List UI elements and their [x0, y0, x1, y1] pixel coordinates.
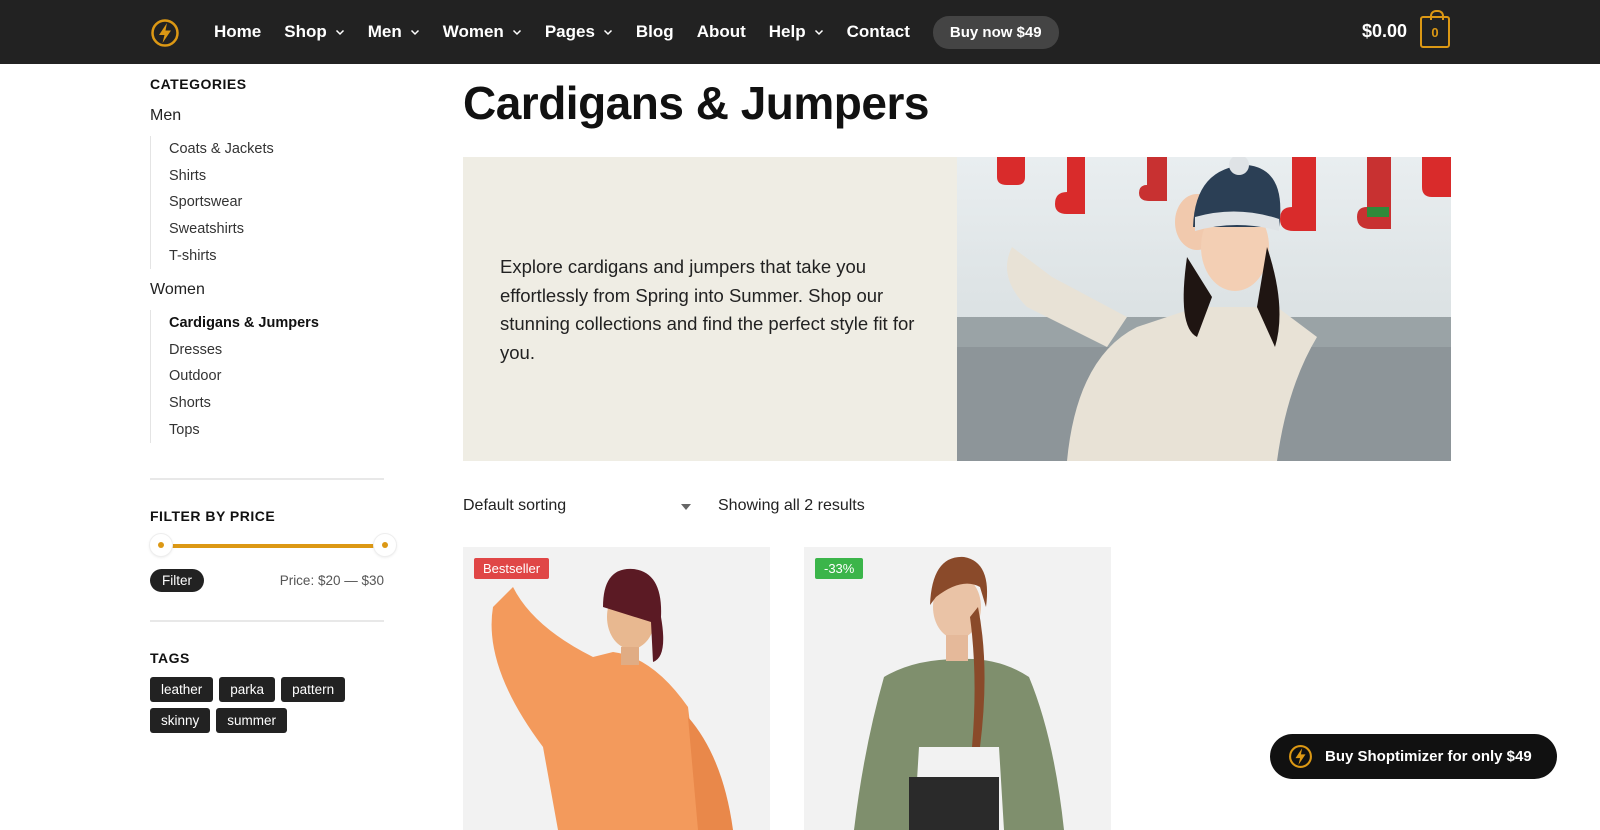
sidebar-item-dresses[interactable]: Dresses — [169, 337, 319, 364]
tag-parka[interactable]: parka — [219, 677, 276, 702]
hero-woman-photo — [957, 157, 1451, 461]
category-description: Explore cardigans and jumpers that take … — [500, 256, 915, 363]
filter-button[interactable]: Filter — [150, 569, 204, 592]
sidebar-item-sportswear[interactable]: Sportswear — [169, 189, 274, 216]
nav-label: Shop — [284, 22, 327, 41]
tag-leather[interactable]: leather — [150, 677, 214, 702]
nav-help[interactable]: Help — [769, 22, 824, 42]
filter-title: FILTER BY PRICE — [150, 508, 276, 524]
sorting-value: Default sorting — [463, 497, 567, 514]
lightning-icon — [1289, 745, 1312, 768]
men-subcategories: Coats & Jackets Shirts Sportswear Sweatshir… — [150, 136, 274, 270]
cart-count: 0 — [1431, 25, 1439, 40]
green-sweater-photo — [804, 547, 1111, 830]
chevron-down-icon — [335, 29, 344, 36]
sidebar-item-shorts[interactable]: Shorts — [169, 390, 319, 417]
nav-pages[interactable]: Pages — [545, 22, 613, 42]
category-women[interactable]: Women — [150, 281, 205, 299]
chevron-down-icon — [681, 504, 691, 510]
cart-total[interactable]: $0.00 — [1362, 21, 1407, 42]
product-card[interactable]: -33% — [804, 547, 1111, 830]
chevron-down-icon — [603, 29, 612, 36]
nav-men[interactable]: Men — [368, 22, 420, 42]
buy-shoptimizer-label: Buy Shoptimizer for only $49 — [1325, 748, 1532, 765]
lightning-logo-icon[interactable] — [150, 18, 180, 48]
nav-shop[interactable]: Shop — [284, 22, 345, 42]
nav-blog[interactable]: Blog — [636, 22, 674, 42]
sidebar-item-tops[interactable]: Tops — [169, 417, 319, 444]
chevron-down-icon — [410, 29, 419, 36]
nav-women[interactable]: Women — [443, 22, 522, 42]
sidebar-item-coats-jackets[interactable]: Coats & Jackets — [169, 136, 274, 163]
price-max-handle[interactable] — [374, 534, 396, 556]
nav-label: Women — [442, 22, 504, 41]
nav-contact[interactable]: Contact — [847, 22, 910, 42]
sidebar-item-cardigans-jumpers[interactable]: Cardigans & Jumpers — [169, 310, 319, 337]
orange-sweater-photo — [463, 547, 770, 830]
result-count: Showing all 2 results — [718, 497, 865, 514]
categories-title: CATEGORIES — [150, 76, 247, 92]
price-slider-track[interactable] — [162, 544, 382, 548]
category-men[interactable]: Men — [150, 107, 181, 125]
tag-skinny[interactable]: skinny — [150, 708, 211, 733]
sidebar-item-outdoor[interactable]: Outdoor — [169, 363, 319, 390]
sidebar-item-sweatshirts[interactable]: Sweatshirts — [169, 216, 274, 243]
page-title: Cardigans & Jumpers — [463, 77, 929, 129]
nav-label: Pages — [544, 22, 595, 41]
nav-about[interactable]: About — [697, 22, 746, 42]
product-card[interactable]: Bestseller — [463, 547, 770, 830]
sidebar-item-t-shirts[interactable]: T-shirts — [169, 243, 274, 270]
sidebar-item-shirts[interactable]: Shirts — [169, 163, 274, 190]
sorting-select[interactable]: Default sorting — [463, 497, 691, 515]
category-hero: Explore cardigans and jumpers that take … — [463, 157, 1451, 461]
sale-badge: -33% — [815, 558, 864, 579]
women-subcategories: Cardigans & Jumpers Dresses Outdoor Shorts T… — [150, 310, 319, 444]
tag-summer[interactable]: summer — [216, 708, 288, 733]
main-nav: Home Shop Men Women Pages Blog About Help Contac… — [214, 0, 1059, 64]
nav-home[interactable]: Home — [214, 22, 261, 42]
buy-shoptimizer-button[interactable]: Buy Shoptimizer for only $49 — [1270, 734, 1557, 779]
buy-now-button[interactable]: Buy now $49 — [932, 15, 1059, 49]
chevron-down-icon — [512, 29, 521, 36]
nav-label: Men — [367, 22, 402, 41]
price-range-text: Price: $20 — $30 — [279, 573, 384, 588]
nav-label: Help — [768, 22, 806, 41]
divider — [150, 620, 384, 622]
nav-label: Blog — [635, 22, 674, 41]
chevron-down-icon — [814, 29, 823, 36]
tag-cloud: leather parka pattern skinny summer — [150, 677, 384, 739]
bestseller-badge: Bestseller — [474, 558, 550, 579]
cart-bag-icon[interactable]: 0 — [1420, 10, 1450, 48]
price-min-handle[interactable] — [150, 534, 172, 556]
divider — [150, 478, 384, 480]
tags-title: TAGS — [150, 650, 190, 666]
nav-label: About — [696, 22, 746, 41]
tag-pattern[interactable]: pattern — [281, 677, 346, 702]
site-header: Home Shop Men Women Pages Blog About Help Contac… — [0, 0, 1600, 64]
nav-label: Home — [214, 22, 262, 41]
nav-label: Contact — [846, 22, 910, 41]
